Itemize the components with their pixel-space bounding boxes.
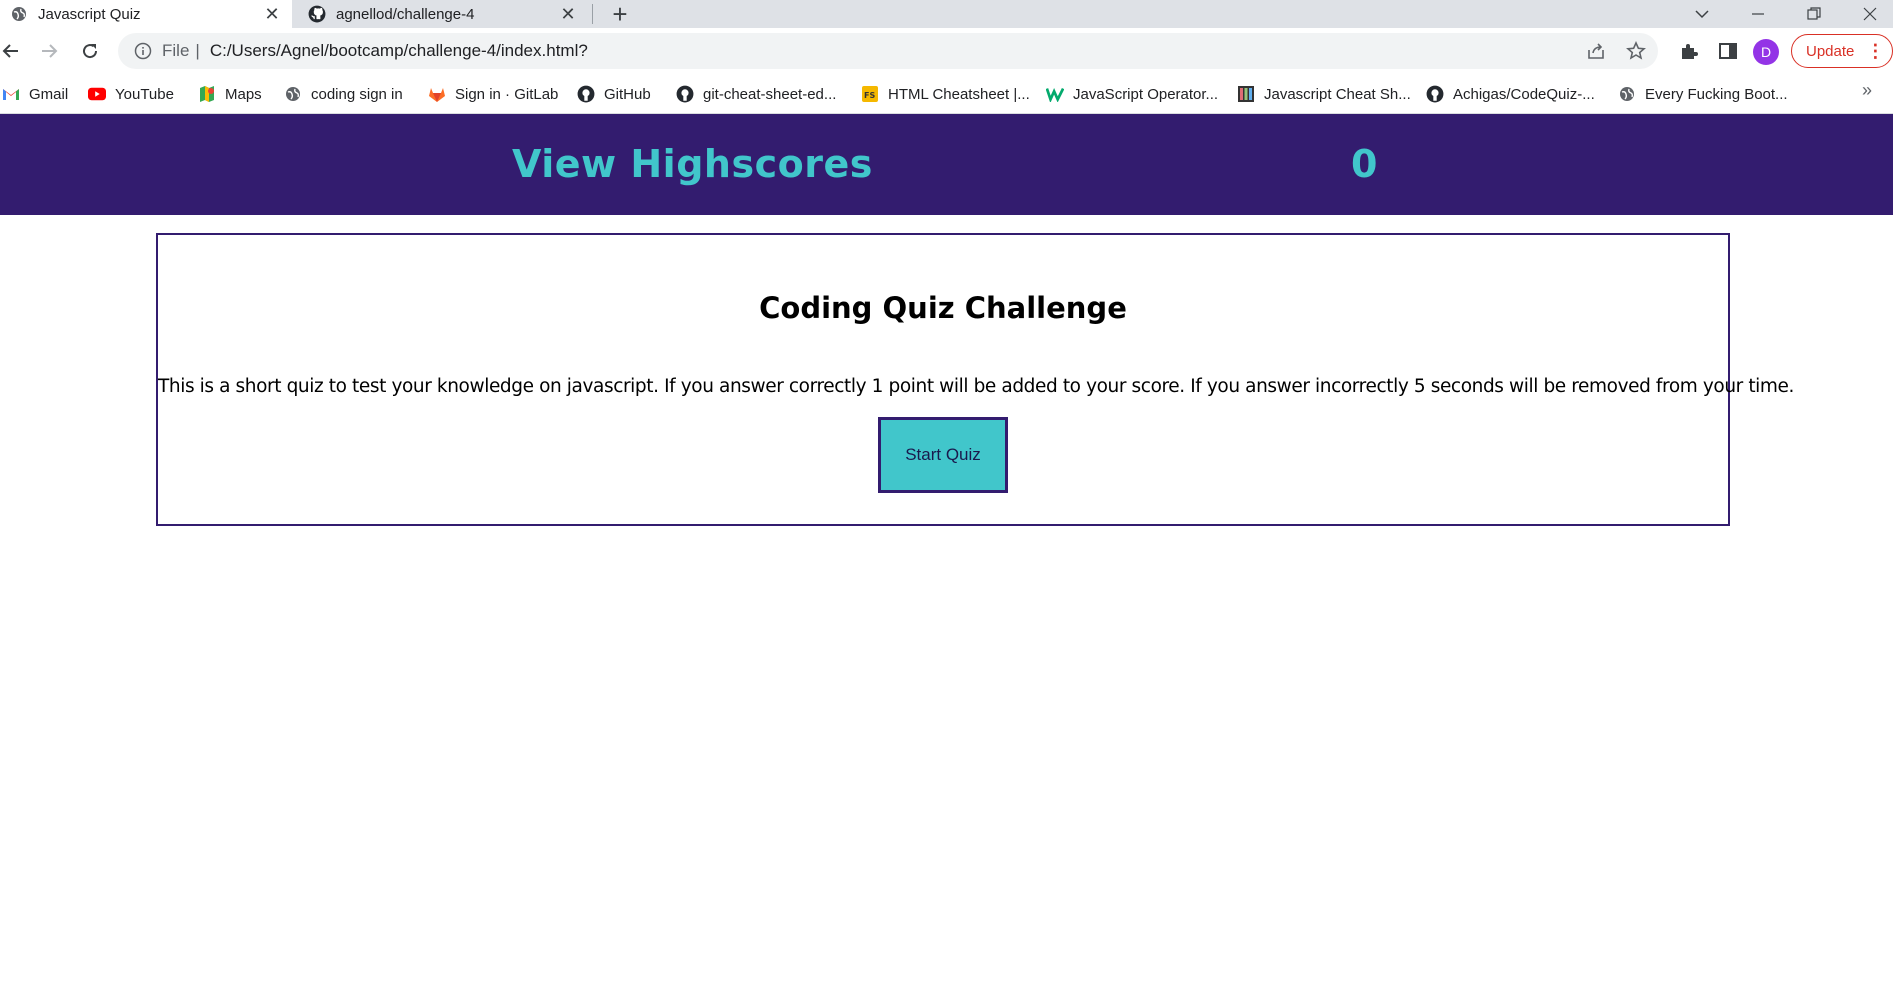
bookmark-javascript-cheat-sheet[interactable]: Javascript Cheat Sh...	[1237, 82, 1411, 106]
globe-icon	[284, 85, 302, 103]
gmail-icon	[2, 85, 20, 103]
bookmark-label: HTML Cheatsheet |...	[888, 85, 1030, 103]
w-icon	[1046, 85, 1064, 103]
bookmark-star-icon[interactable]	[1622, 37, 1650, 65]
tab-title: agnellod/challenge-4	[336, 5, 475, 23]
youtube-icon	[88, 85, 106, 103]
maps-icon	[198, 85, 216, 103]
bookmark-label: JavaScript Operator...	[1073, 85, 1219, 103]
quiz-start-card: Coding Quiz Challenge This is a short qu…	[156, 233, 1795, 526]
browser-toolbar: File | C:/Users/Agnel/bootcamp/challenge…	[0, 28, 1893, 74]
close-window-icon[interactable]	[1846, 0, 1893, 28]
bookmark-javascript-operator[interactable]: JavaScript Operator...	[1046, 82, 1218, 106]
github-icon	[577, 85, 595, 103]
bookmark-label: Sign in · GitLab	[455, 85, 559, 103]
start-quiz-button[interactable]: Start Quiz	[878, 417, 1008, 493]
bookmark-achigas-codequiz[interactable]: Achigas/CodeQuiz-...	[1426, 82, 1595, 106]
url-text[interactable]: C:/Users/Agnel/bootcamp/challenge-4/inde…	[210, 41, 588, 61]
tab-javascript-quiz[interactable]: Javascript Quiz ✕	[0, 0, 292, 28]
close-icon[interactable]: ✕	[260, 2, 284, 26]
minimize-icon[interactable]	[1734, 0, 1782, 28]
restore-icon[interactable]	[1790, 0, 1838, 28]
bookmark-github[interactable]: GitHub	[577, 82, 651, 106]
bookmark-html-cheatsheet[interactable]: FS HTML Cheatsheet |...	[861, 82, 1030, 106]
svg-text:FS: FS	[864, 91, 875, 100]
fs-icon: FS	[861, 85, 879, 103]
quiz-description: This is a short quiz to test your knowle…	[158, 376, 1795, 397]
bookmark-gitlab[interactable]: Sign in · GitLab	[428, 82, 558, 106]
tab-search-icon[interactable]	[1678, 0, 1726, 28]
extensions-icon[interactable]	[1675, 37, 1703, 65]
bookmark-label: coding sign in	[311, 85, 403, 103]
info-icon[interactable]	[132, 40, 154, 62]
timer-value: 0	[1351, 142, 1378, 186]
tab-title: Javascript Quiz	[38, 5, 141, 23]
bookmark-coding-sign-in[interactable]: coding sign in	[284, 82, 403, 106]
update-button[interactable]: Update ⋮	[1791, 34, 1893, 68]
github-icon	[1426, 85, 1444, 103]
bookmarks-bar: Gmail YouTube Maps coding sign in Sign i…	[0, 74, 1893, 114]
bookmark-git-cheat-sheet[interactable]: git-cheat-sheet-ed...	[676, 82, 836, 106]
tab-strip: Javascript Quiz ✕ agnellod/challenge-4 ✕…	[0, 0, 1893, 29]
gitlab-icon	[428, 85, 446, 103]
bookmarks-overflow-icon[interactable]: »	[1862, 80, 1872, 101]
bookmark-label: YouTube	[115, 85, 174, 103]
tab-github-challenge[interactable]: agnellod/challenge-4 ✕	[296, 0, 588, 28]
globe-icon	[1618, 85, 1636, 103]
bookmark-label: Javascript Cheat Sh...	[1264, 85, 1411, 103]
github-icon	[308, 5, 326, 23]
address-bar[interactable]: File | C:/Users/Agnel/bootcamp/challenge…	[118, 33, 1658, 69]
bookmark-label: Gmail	[29, 85, 69, 103]
bookmark-every-boot[interactable]: Every Fucking Boot...	[1618, 82, 1788, 106]
back-button[interactable]	[0, 36, 26, 66]
bookmark-label: git-cheat-sheet-ed...	[703, 85, 837, 103]
bookmark-label: Every Fucking Boot...	[1645, 85, 1788, 103]
bookmark-label: Maps	[225, 85, 262, 103]
view-highscores-link[interactable]: View Highscores	[512, 142, 873, 186]
sheet-icon	[1237, 85, 1255, 103]
github-icon	[676, 85, 694, 103]
bookmark-gmail[interactable]: Gmail	[2, 82, 68, 106]
update-label: Update	[1806, 42, 1855, 60]
bookmark-maps[interactable]: Maps	[198, 82, 262, 106]
tab-separator	[592, 4, 593, 24]
bookmark-label: GitHub	[604, 85, 651, 103]
bookmark-youtube[interactable]: YouTube	[88, 82, 174, 106]
reload-button[interactable]	[75, 36, 105, 66]
share-icon[interactable]	[1582, 37, 1610, 65]
more-menu-icon[interactable]: ⋮	[1866, 41, 1884, 62]
close-icon[interactable]: ✕	[556, 2, 580, 26]
page-header: View Highscores 0	[0, 114, 1893, 215]
profile-avatar[interactable]: D	[1753, 39, 1779, 65]
quiz-title: Coding Quiz Challenge	[759, 291, 1127, 325]
forward-button[interactable]	[34, 36, 64, 66]
globe-icon	[10, 5, 28, 23]
scheme-divider: |	[195, 41, 200, 60]
side-panel-icon[interactable]	[1714, 37, 1742, 65]
bookmark-label: Achigas/CodeQuiz-...	[1453, 85, 1595, 103]
new-tab-button[interactable]: +	[606, 0, 634, 29]
scheme-label: File	[162, 41, 190, 60]
